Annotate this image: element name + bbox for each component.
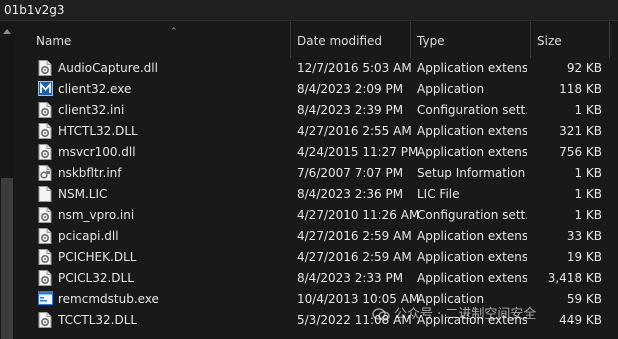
file-row[interactable]: msvcr100.dll 4/24/2015 11:27 PM Applicatio… [15,142,618,163]
file-row[interactable]: nskbfltr.inf 7/6/2007 7:07 PM Setup Inform… [15,163,618,184]
dll-gear-icon [38,60,52,76]
file-date-modified: 4/27/2016 2:59 AM [297,229,412,243]
file-size: 1 KB [574,208,602,222]
file-name: PCICHEK.DLL [58,250,137,264]
ini-gear-icon [38,207,52,223]
file-name: HTCTL32.DLL [58,124,138,138]
file-name: client32.ini [58,103,125,117]
blank-file-icon [38,186,52,202]
wechat-logo-icon [372,307,390,321]
file-type: LIC File [417,187,460,201]
file-row[interactable]: NSM.LIC 8/4/2023 2:36 PM LIC File 1 KB [15,184,618,205]
app-m-icon [38,81,53,97]
file-date-modified: 4/24/2015 11:27 PM [297,145,419,159]
column-header-row: ⌃ Name Date modified Type Size [15,22,618,58]
dll-gear-icon [38,228,52,244]
file-row[interactable]: client32.ini 8/4/2023 2:39 PM Configuratio… [15,100,618,121]
file-type: Configuration sett... [417,103,527,117]
file-name: remcmdstub.exe [58,292,159,306]
vertical-scrollbar[interactable] [0,22,15,339]
dll-gear-icon [38,144,52,160]
folder-path: 01b1v2g3 [4,3,65,17]
file-date-modified: 8/4/2023 2:36 PM [297,187,404,201]
ini-gear-icon [38,102,52,118]
sort-ascending-icon: ⌃ [170,27,178,37]
file-size: 59 KB [566,292,602,306]
file-row[interactable]: PCICL32.DLL 8/4/2023 2:33 PM Application e… [15,268,618,289]
app-window-icon [38,291,53,307]
file-date-modified: 8/4/2023 2:33 PM [297,271,404,285]
file-date-modified: 8/4/2023 2:39 PM [297,103,404,117]
file-type: Application extens... [417,271,527,285]
file-type: Application [417,82,485,96]
file-type: Application extens... [417,250,527,264]
file-row[interactable]: HTCTL32.DLL 4/27/2016 2:55 AM Application … [15,121,618,142]
file-type: Application extens... [417,124,527,138]
file-name: AudioCapture.dll [58,61,158,75]
file-row[interactable]: nsm_vpro.ini 4/27/2010 11:26 AM Configurat… [15,205,618,226]
file-row[interactable]: AudioCapture.dll 12/7/2016 5:03 AM Applica… [15,58,618,79]
inf-icon [38,165,52,181]
file-date-modified: 4/27/2010 11:26 AM [297,208,420,222]
file-name: pcicapi.dll [58,229,119,243]
address-bar[interactable]: 01b1v2g3 [0,0,618,21]
file-name: TCCTL32.DLL [58,313,138,327]
dll-gear-icon [38,312,52,328]
file-type: Application extens... [417,229,527,243]
file-row[interactable]: client32.exe 8/4/2023 2:09 PM Application 1… [15,79,618,100]
file-date-modified: 7/6/2007 7:07 PM [297,166,404,180]
file-size: 1 KB [574,166,602,180]
file-date-modified: 8/4/2023 2:09 PM [297,82,404,96]
file-type: Setup Information [417,166,526,180]
file-size: 1 KB [574,187,602,201]
file-row[interactable]: PCICHEK.DLL 4/27/2016 2:59 AM Application … [15,247,618,268]
scroll-up-arrow-icon[interactable] [3,29,11,34]
file-name: msvcr100.dll [58,145,136,159]
dll-gear-icon [38,270,52,286]
file-size: 118 KB [559,82,602,96]
file-type: Configuration sett... [417,208,527,222]
watermark: 公众号 · 二进制空间安全 [372,303,536,322]
file-type: Application extens... [417,61,527,75]
file-date-modified: 4/27/2016 2:59 AM [297,250,412,264]
file-type: Application extens... [417,145,527,159]
file-size: 449 KB [559,313,602,327]
file-size: 3,418 KB [547,271,602,285]
file-row[interactable]: pcicapi.dll 4/27/2016 2:59 AM Application … [15,226,618,247]
column-header-date[interactable]: Date modified [291,22,411,58]
file-name: PCICL32.DLL [58,271,134,285]
file-date-modified: 4/27/2016 2:55 AM [297,124,412,138]
file-name: nskbfltr.inf [58,166,122,180]
column-header-size[interactable]: Size [531,22,610,58]
file-size: 92 KB [566,61,602,75]
scrollbar-thumb[interactable] [1,178,13,339]
dll-gear-icon [38,123,52,139]
file-size: 19 KB [566,250,602,264]
file-size: 321 KB [559,124,602,138]
dll-gear-icon [38,249,52,265]
file-name: nsm_vpro.ini [58,208,135,222]
file-size: 756 KB [559,145,602,159]
file-name: NSM.LIC [58,187,108,201]
file-date-modified: 12/7/2016 5:03 AM [297,61,412,75]
file-size: 1 KB [574,103,602,117]
column-header-name[interactable]: ⌃ Name [30,22,291,58]
column-header-type[interactable]: Type [411,22,531,58]
file-name: client32.exe [58,82,132,96]
file-size: 33 KB [566,229,602,243]
